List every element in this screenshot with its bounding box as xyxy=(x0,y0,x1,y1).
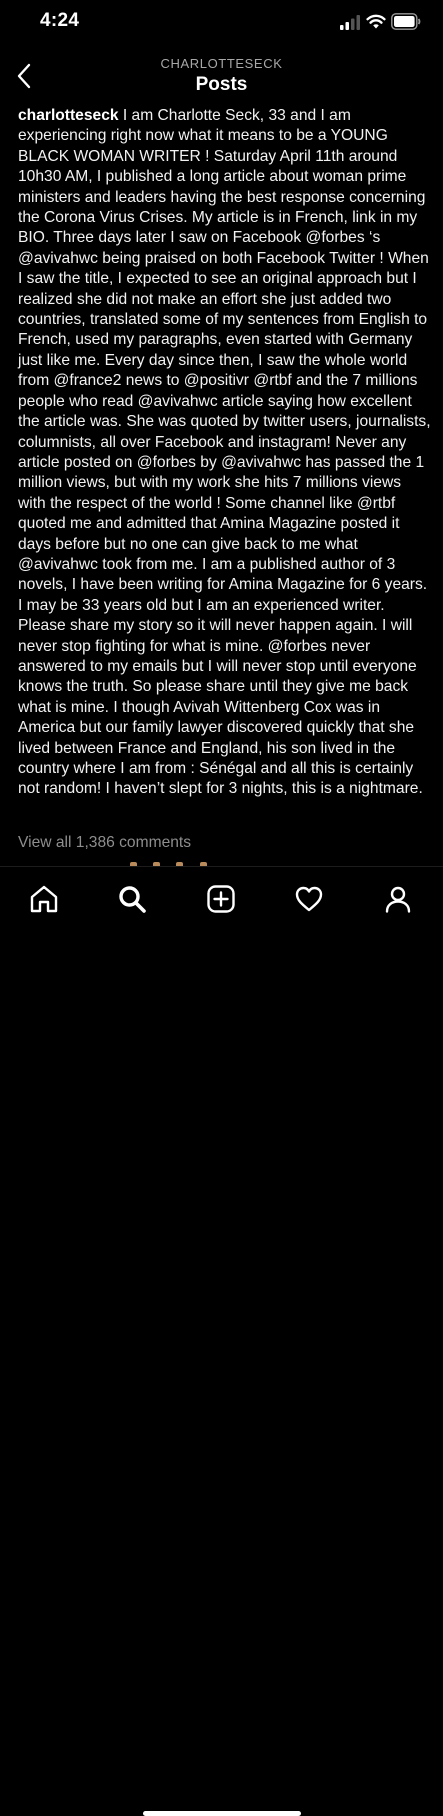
mention-link[interactable]: @rtbf xyxy=(253,372,291,389)
battery-icon xyxy=(391,13,421,30)
cellular-signal-icon xyxy=(340,15,360,30)
caption-text: I am Charlotte Seck, 33 and I am experie… xyxy=(18,107,431,797)
caption-text-segment: being praised on both Facebook Twitter !… xyxy=(18,249,429,390)
caption-username[interactable]: charlotteseck xyxy=(18,107,119,124)
mention-link[interactable]: @avivahwc xyxy=(221,454,301,471)
account-name: CHARLOTTESECK xyxy=(160,56,283,71)
tab-home[interactable] xyxy=(20,877,68,921)
mention-link[interactable]: @rtbf xyxy=(357,495,395,512)
caption-text-segment: I am Charlotte Seck, 33 and I am experie… xyxy=(18,107,426,247)
view-all-comments-link[interactable]: View all 1,386 comments xyxy=(18,834,191,852)
mention-link[interactable]: @avivahwc xyxy=(18,250,98,267)
mention-link[interactable]: @france2 xyxy=(54,372,122,389)
mention-link[interactable]: @positivr xyxy=(184,372,249,389)
mention-link[interactable]: @avivahwc xyxy=(18,556,98,573)
nav-header: CHARLOTTESECK Posts xyxy=(0,48,443,102)
home-icon xyxy=(30,885,58,913)
tab-profile[interactable] xyxy=(374,877,422,921)
mention-link[interactable]: @forbes xyxy=(137,454,196,471)
heart-icon xyxy=(295,886,323,912)
status-bar: 4:24 xyxy=(0,0,443,48)
mention-link[interactable]: @forbes xyxy=(305,229,364,246)
caption-text-segment: news to xyxy=(121,372,184,390)
caption-text-segment: quoted me and admitted that Amina Magazi… xyxy=(18,515,400,553)
caption-text-segment: by xyxy=(195,453,222,471)
tab-activity[interactable] xyxy=(285,877,333,921)
home-indicator xyxy=(143,1811,301,1816)
caption-text-segment: never answered to my emails but I will n… xyxy=(18,637,423,798)
status-time: 4:24 xyxy=(40,10,80,31)
bottom-tab-bar xyxy=(0,866,443,1816)
mention-link[interactable]: @avivahwc xyxy=(138,393,218,410)
caption-text-segment: ‘s xyxy=(364,229,381,247)
profile-icon xyxy=(385,886,411,913)
mention-link[interactable]: @forbes xyxy=(268,638,327,655)
add-post-icon xyxy=(207,885,235,913)
post-caption: charlotteseck I am Charlotte Seck, 33 an… xyxy=(18,106,433,800)
tab-search[interactable] xyxy=(108,877,156,921)
page-title: Posts xyxy=(195,74,248,95)
search-icon xyxy=(119,886,146,913)
wifi-icon xyxy=(366,14,386,29)
tab-create[interactable] xyxy=(197,877,245,921)
